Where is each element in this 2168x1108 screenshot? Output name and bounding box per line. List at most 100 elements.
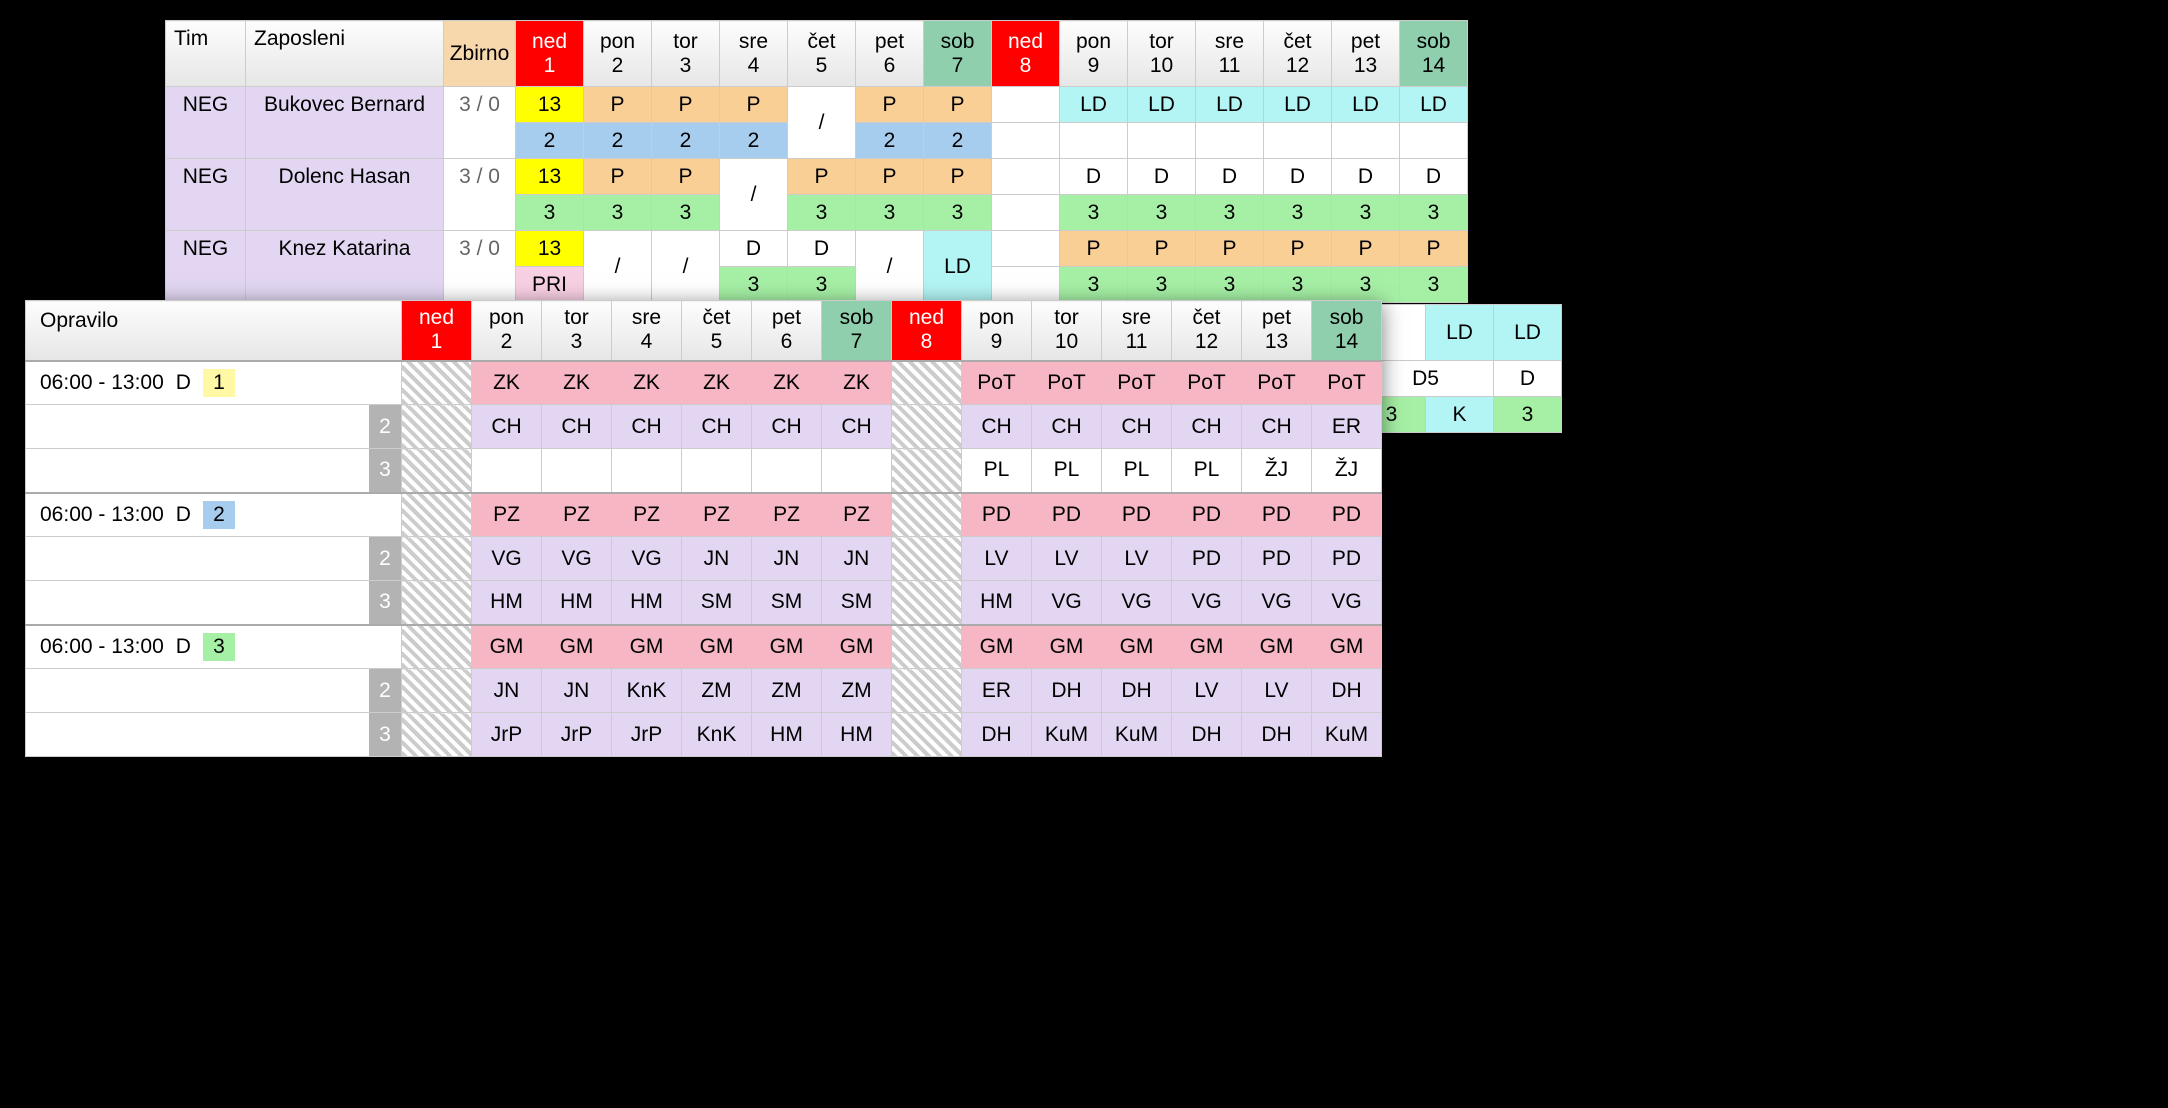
col-day-10[interactable]: tor10 — [1128, 21, 1196, 87]
shift-sub-cell[interactable]: 3 — [1332, 267, 1400, 303]
assignment-cell[interactable]: PoT — [962, 361, 1032, 405]
shift-sub-cell[interactable]: 3 — [1332, 195, 1400, 231]
assignment-cell[interactable]: CH — [612, 405, 682, 449]
employee-cell[interactable]: Knez Katarina — [246, 231, 444, 303]
shift-cell[interactable]: D — [1060, 159, 1128, 195]
assignment-cell[interactable]: ZK — [472, 361, 542, 405]
assignment-cell[interactable]: LV — [1172, 669, 1242, 713]
shift-sub-cell[interactable]: 3 — [1494, 397, 1562, 433]
assignment-cell[interactable] — [612, 449, 682, 493]
assignment-cell[interactable] — [752, 449, 822, 493]
assignment-cell[interactable]: PL — [1172, 449, 1242, 493]
assignment-cell[interactable]: LV — [1032, 537, 1102, 581]
assignment-cell[interactable]: CH — [1032, 405, 1102, 449]
shift-cell[interactable]: P — [1128, 231, 1196, 267]
shift-sub-cell[interactable] — [1128, 123, 1196, 159]
col-day-13[interactable]: pet13 — [1332, 21, 1400, 87]
assignment-cell[interactable] — [402, 537, 472, 581]
assignment-cell[interactable]: KuM — [1032, 713, 1102, 757]
assignment-cell[interactable]: LV — [962, 537, 1032, 581]
assignment-cell[interactable]: CH — [752, 405, 822, 449]
shift-sub-cell[interactable]: 3 — [1400, 195, 1468, 231]
assignment-cell[interactable]: GM — [682, 625, 752, 669]
assignment-cell[interactable]: SM — [822, 581, 892, 625]
assignment-cell[interactable]: PZ — [612, 493, 682, 537]
assignment-cell[interactable]: JN — [542, 669, 612, 713]
assignment-cell[interactable]: CH — [1102, 405, 1172, 449]
assignment-cell[interactable] — [402, 361, 472, 405]
col-day-8[interactable]: ned8 — [992, 21, 1060, 87]
shift-cell[interactable]: / — [720, 159, 788, 231]
assignment-cell[interactable]: CH — [822, 405, 892, 449]
shift-sub-cell[interactable]: 3 — [1264, 195, 1332, 231]
fg-col-day-5[interactable]: čet5 — [682, 301, 752, 361]
shift-sub-cell[interactable]: 3 — [788, 195, 856, 231]
employee-cell[interactable]: Bukovec Bernard — [246, 87, 444, 159]
assignment-cell[interactable]: JrP — [542, 713, 612, 757]
shift-sub-cell[interactable] — [992, 267, 1060, 303]
team-cell[interactable]: NEG — [166, 87, 246, 159]
assignment-cell[interactable]: PL — [1032, 449, 1102, 493]
assignment-cell[interactable]: GM — [1102, 625, 1172, 669]
assignment-cell[interactable]: PD — [1312, 493, 1382, 537]
shift-cell[interactable]: P — [788, 159, 856, 195]
shift-cell[interactable] — [992, 87, 1060, 123]
shift-cell[interactable]: LD — [1060, 87, 1128, 123]
assignment-cell[interactable]: HM — [612, 581, 682, 625]
shift-sub-cell[interactable]: 3 — [720, 267, 788, 303]
assignment-cell[interactable]: HM — [472, 581, 542, 625]
assignment-cell[interactable]: SM — [682, 581, 752, 625]
assignment-cell[interactable]: PoT — [1312, 361, 1382, 405]
assignment-cell[interactable]: DH — [1312, 669, 1382, 713]
col-day-2[interactable]: pon2 — [584, 21, 652, 87]
col-day-11[interactable]: sre11 — [1196, 21, 1264, 87]
shift-sub-cell[interactable]: PRI — [516, 267, 584, 303]
assignment-cell[interactable]: KnK — [682, 713, 752, 757]
assignment-cell[interactable] — [402, 405, 472, 449]
shift-cell[interactable]: P — [856, 87, 924, 123]
fg-col-day-7[interactable]: sob7 — [822, 301, 892, 361]
col-day-14[interactable]: sob14 — [1400, 21, 1468, 87]
assignment-cell[interactable]: ZK — [612, 361, 682, 405]
assignment-cell[interactable]: PZ — [822, 493, 892, 537]
assignment-cell[interactable]: GM — [1172, 625, 1242, 669]
assignment-cell[interactable]: VG — [1032, 581, 1102, 625]
assignment-cell[interactable] — [402, 493, 472, 537]
assignment-cell[interactable] — [892, 625, 962, 669]
fg-col-day-6[interactable]: pet6 — [752, 301, 822, 361]
assignment-cell[interactable]: PZ — [472, 493, 542, 537]
assignment-cell[interactable]: ZM — [682, 669, 752, 713]
shift-sub-cell[interactable]: 2 — [584, 123, 652, 159]
shift-cell[interactable]: LD — [1196, 87, 1264, 123]
task-subrow-cell[interactable]: 2 — [26, 669, 402, 713]
assignment-cell[interactable]: DH — [1102, 669, 1172, 713]
fg-col-day-11[interactable]: sre11 — [1102, 301, 1172, 361]
shift-cell[interactable]: LD — [1400, 87, 1468, 123]
shift-cell[interactable]: D — [1128, 159, 1196, 195]
assignment-cell[interactable]: JN — [682, 537, 752, 581]
assignment-cell[interactable]: PD — [1312, 537, 1382, 581]
assignment-cell[interactable]: PL — [1102, 449, 1172, 493]
shift-sub-cell[interactable]: 3 — [1196, 267, 1264, 303]
shift-cell[interactable]: P — [1060, 231, 1128, 267]
shift-sub-cell[interactable]: 3 — [1196, 195, 1264, 231]
assignment-cell[interactable]: GM — [822, 625, 892, 669]
shift-cell[interactable]: D — [788, 231, 856, 267]
shift-cell[interactable]: LD — [924, 231, 992, 303]
assignment-cell[interactable] — [542, 449, 612, 493]
col-day-3[interactable]: tor3 — [652, 21, 720, 87]
assignment-cell[interactable] — [822, 449, 892, 493]
assignment-cell[interactable] — [892, 405, 962, 449]
task-subrow-cell[interactable]: 2 — [26, 537, 402, 581]
col-day-7[interactable]: sob7 — [924, 21, 992, 87]
assignment-cell[interactable]: GM — [542, 625, 612, 669]
shift-sub-cell[interactable] — [1196, 123, 1264, 159]
assignment-cell[interactable] — [892, 581, 962, 625]
assignment-cell[interactable]: VG — [542, 537, 612, 581]
fg-col-day-13[interactable]: pet13 — [1242, 301, 1312, 361]
assignment-cell[interactable]: DH — [1242, 713, 1312, 757]
assignment-cell[interactable]: ZK — [752, 361, 822, 405]
assignment-cell[interactable]: CH — [962, 405, 1032, 449]
fg-col-day-10[interactable]: tor10 — [1032, 301, 1102, 361]
assignment-cell[interactable]: ZK — [682, 361, 752, 405]
